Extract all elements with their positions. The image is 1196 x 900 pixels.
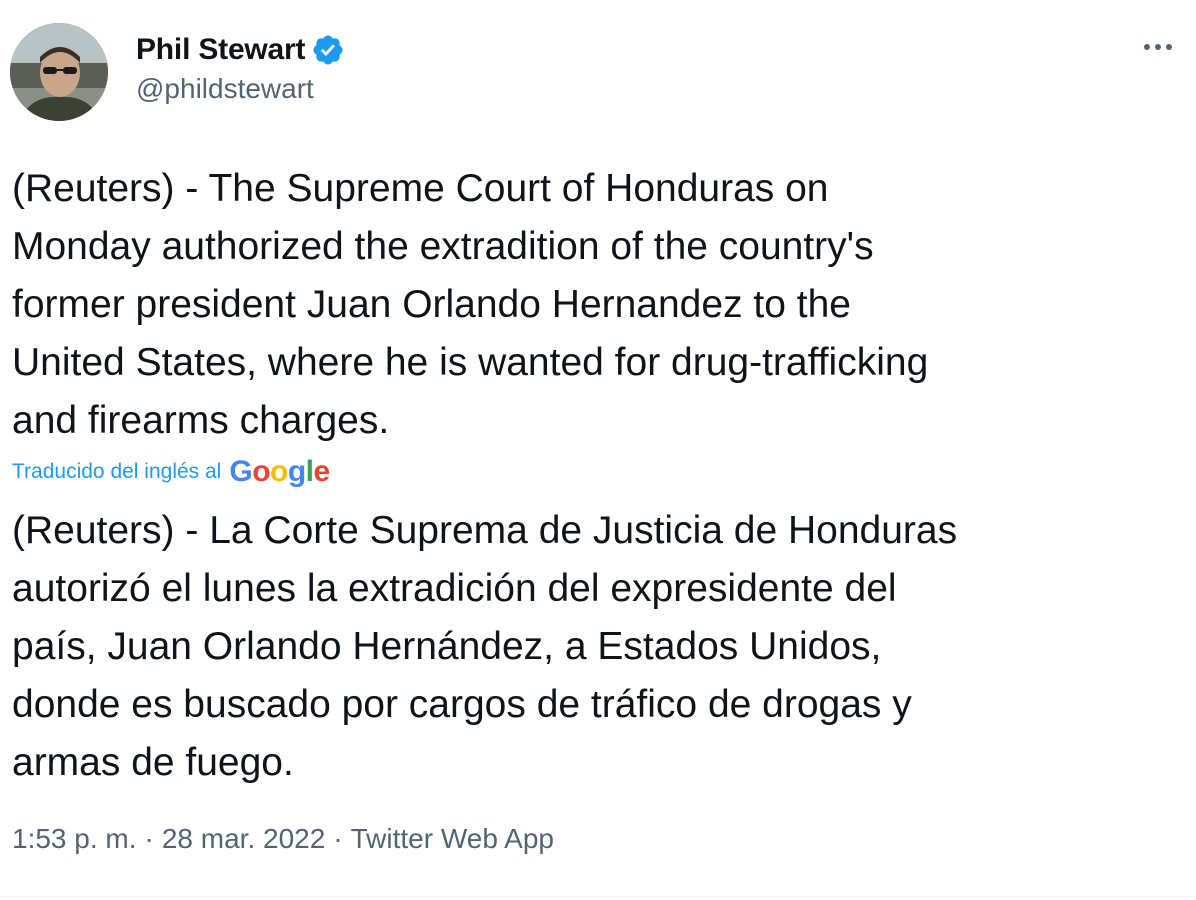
translated-text: (Reuters) - La Corte Suprema de Justicia… bbox=[12, 509, 958, 784]
divider bbox=[0, 896, 1196, 897]
author-name[interactable]: Phil Stewart bbox=[136, 33, 306, 67]
meta-separator: · bbox=[333, 823, 343, 854]
tweet-card: Phil Stewart @phildstewart (Reuters) - T… bbox=[0, 0, 1196, 900]
tweet-text: (Reuters) - The Supreme Court of Hondura… bbox=[12, 167, 929, 442]
avatar[interactable] bbox=[10, 23, 108, 121]
author-name-row: Phil Stewart bbox=[136, 30, 345, 70]
google-logo: Google bbox=[229, 455, 330, 488]
avatar-photo-icon bbox=[10, 23, 108, 121]
author-handle[interactable]: @phildstewart bbox=[136, 73, 314, 105]
translation-label[interactable]: Traducido del inglés al bbox=[12, 460, 221, 484]
verified-badge-icon bbox=[311, 33, 345, 67]
tweet-metadata: 1:53 p. m. · 28 mar. 2022 · Twitter Web … bbox=[12, 823, 554, 855]
tweet-source: Twitter Web App bbox=[350, 823, 554, 854]
meta-separator: · bbox=[144, 823, 154, 854]
tweet-date[interactable]: 28 mar. 2022 bbox=[162, 823, 325, 855]
translation-attribution: Traducido del inglés al Google bbox=[12, 452, 330, 492]
more-options-icon[interactable] bbox=[1138, 32, 1178, 62]
tweet-time[interactable]: 1:53 p. m. bbox=[12, 823, 137, 855]
